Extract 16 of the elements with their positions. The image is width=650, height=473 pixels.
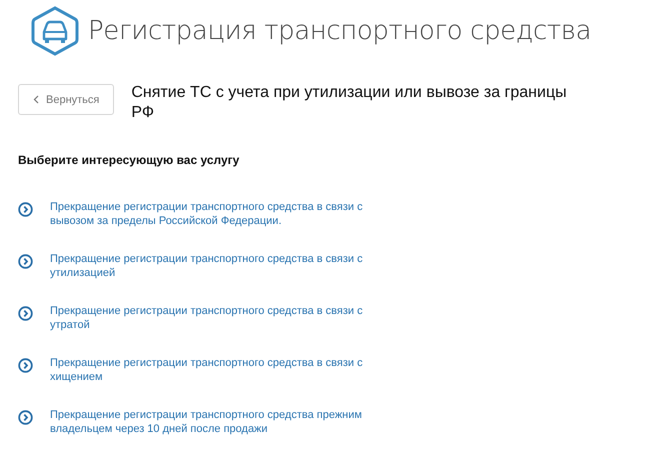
section-title: Выберите интересующую вас услугу [18,153,240,167]
car-icon [30,6,80,56]
service-link[interactable]: Прекращение регистрации транспортного средства в связи с вывозом за пределы Российской Федерации. [50,200,402,228]
service-link[interactable]: Прекращение регистрации транспортного средства в связи с утилизацией [50,252,402,280]
chevron-circle-icon [18,254,33,269]
chevron-circle-icon [18,202,33,217]
service-link[interactable]: Прекращение регистрации транспортного средства в связи с хищением [50,356,402,384]
back-button[interactable]: Вернуться [18,84,114,115]
service-link[interactable]: Прекращение регистрации транспортного средства прежним владельцем через 10 дней после продажи [50,408,402,436]
chevron-left-icon [33,95,39,104]
service-title: Снятие ТС с учета при утилизации или вывозе за границы РФ [131,83,568,123]
chevron-circle-icon [18,306,33,321]
service-link[interactable]: Прекращение регистрации транспортного средства в связи с утратой [50,304,402,332]
chevron-circle-icon [18,410,33,425]
page-heading: Регистрация транспортного средства [88,16,592,46]
chevron-circle-icon [18,358,33,373]
